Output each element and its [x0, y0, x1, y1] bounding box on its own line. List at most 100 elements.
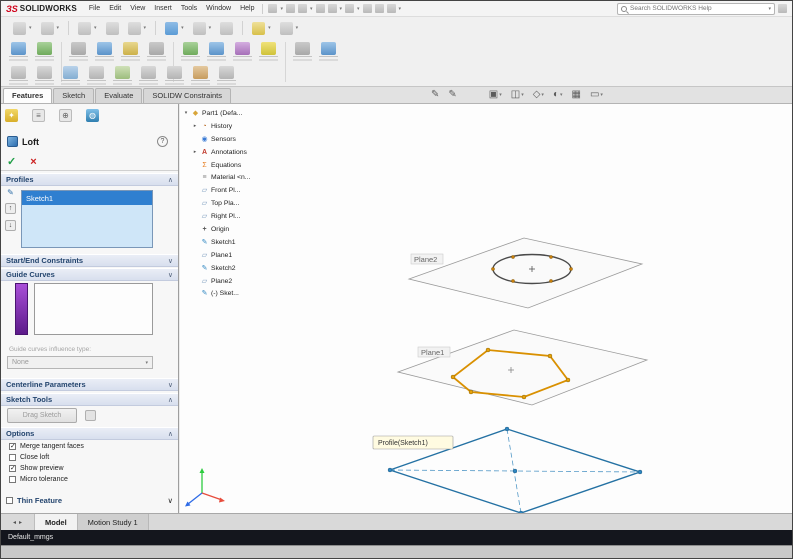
hide-show-items-icon[interactable]: ◐ ▾ [553, 89, 563, 100]
search-input[interactable] [630, 5, 766, 12]
plane1-face[interactable] [396, 329, 649, 406]
sketch-pencil-icon[interactable]: ✎ [448, 89, 456, 100]
section-sketch-tools[interactable]: Sketch Tools ∧ [1, 393, 178, 406]
chevron-down-icon[interactable]: ▾ [768, 6, 771, 12]
toolbar-group[interactable] [220, 21, 234, 35]
menu-view[interactable]: View [127, 5, 148, 12]
ribbon-tool[interactable] [319, 42, 338, 62]
ribbon-tool[interactable] [69, 42, 88, 62]
checkbox-icon[interactable]: ✓ [9, 442, 16, 450]
chevron-down-icon[interactable]: ▾ [560, 92, 563, 98]
checkbox-show-preview[interactable]: ✓ Show preview [9, 463, 64, 473]
loft-preview-thumbnail[interactable] [259, 42, 278, 62]
ribbon-tool[interactable] [61, 66, 80, 86]
rebuild-icon[interactable] [362, 4, 372, 13]
tree-item-annotations[interactable]: ▸ A Annotations [192, 146, 267, 159]
tab-sketch[interactable]: Sketch [53, 88, 95, 103]
ribbon-tool[interactable] [139, 66, 158, 86]
profile-list-item[interactable]: Sketch1 [22, 191, 152, 205]
tree-item-sensors[interactable]: ◉ Sensors [192, 133, 267, 146]
move-up-button[interactable]: ↑ [5, 203, 16, 214]
ribbon-tool[interactable] [35, 66, 54, 86]
dimxpert-tab-icon[interactable]: ⊕ [59, 109, 72, 122]
tab-solidw-constraints[interactable]: SOLIDW Constraints [143, 88, 231, 103]
tree-item-top-plane[interactable]: ▱ Top Pla... [192, 197, 267, 210]
checkbox-icon[interactable] [9, 475, 16, 483]
tool-icon[interactable] [220, 21, 234, 35]
menu-window[interactable]: Window [203, 5, 234, 12]
checkbox-icon[interactable]: ✓ [9, 464, 16, 472]
chevron-down-icon[interactable]: ▾ [310, 6, 313, 12]
property-manager-tab-icon[interactable]: ✦ [5, 109, 18, 122]
ribbon-tool[interactable] [191, 66, 210, 86]
checkbox-micro-tolerance[interactable]: Micro tolerance [9, 474, 68, 484]
tab-model[interactable]: Model [35, 514, 78, 530]
menu-file[interactable]: File [86, 5, 103, 12]
toolbar-group[interactable]: ▾ [165, 21, 184, 35]
tree-item-sketch1[interactable]: ✎ Sketch1 [192, 236, 267, 249]
feature-manager-tab-icon[interactable]: ≡ [32, 109, 45, 122]
chevron-down-icon[interactable]: ▾ [144, 25, 147, 31]
tree-item-plane2[interactable]: ▱ Plane2 [192, 275, 267, 288]
chevron-down-icon[interactable]: ▾ [399, 6, 402, 12]
tree-item-right-plane[interactable]: ▱ Right Pl... [192, 210, 267, 223]
tree-item-material[interactable]: ≡ Material <n... [192, 171, 267, 184]
tool-icon[interactable] [40, 21, 54, 35]
apply-scene-icon[interactable]: ▦ [572, 89, 581, 100]
ribbon-tool[interactable] [113, 66, 132, 86]
options-icon[interactable] [386, 4, 396, 13]
ribbon-tool[interactable] [147, 42, 166, 62]
view-settings-icon[interactable]: ▭ ▾ [590, 89, 603, 100]
chevron-down-icon[interactable]: ▾ [357, 6, 360, 12]
chevron-down-icon[interactable]: ▾ [268, 25, 271, 31]
view-cube-icon[interactable] [165, 21, 179, 35]
expand-arrow-icon[interactable]: ▸ [192, 123, 198, 129]
plane2-label[interactable]: Plane2 [414, 255, 437, 264]
checkbox-close-loft[interactable]: Close loft [9, 452, 49, 462]
chevron-down-icon[interactable]: ▾ [209, 25, 212, 31]
tool-icon[interactable] [105, 21, 119, 35]
section-profiles[interactable]: Profiles ∧ [1, 173, 178, 186]
tree-item-part[interactable]: ▾ ◆ Part1 (Defa... [183, 107, 267, 120]
tree-item-plane1[interactable]: ▱ Plane1 [192, 249, 267, 262]
tree-item-origin[interactable]: + Origin [192, 223, 267, 236]
chevron-down-icon[interactable]: ▾ [600, 92, 603, 98]
view-orientation-icon[interactable]: ◫ ▾ [511, 89, 524, 100]
toolbar-group[interactable] [105, 21, 119, 35]
chevron-down-icon[interactable]: ▾ [29, 25, 32, 31]
chevron-down-icon[interactable]: ▾ [94, 25, 97, 31]
menu-tools[interactable]: Tools [178, 5, 200, 12]
tree-item-front-plane[interactable]: ▱ Front Pl... [192, 184, 267, 197]
file-properties-icon[interactable] [374, 4, 384, 13]
section-thin-feature[interactable]: Thin Feature ∨ [1, 494, 178, 507]
ribbon-tool[interactable] [35, 42, 54, 62]
ok-button[interactable]: ✓ [7, 155, 16, 168]
toolbar-group[interactable]: ▾ [40, 21, 59, 35]
section-options[interactable]: Options ∧ [1, 427, 178, 440]
tool-icon[interactable] [78, 21, 92, 35]
display-manager-tab-icon[interactable]: ◍ [86, 109, 99, 122]
ribbon-tool[interactable] [9, 42, 28, 62]
tool-icon[interactable] [13, 21, 26, 35]
search-box[interactable]: ▾ [617, 2, 775, 15]
scroll-right-icon[interactable]: ▸ [19, 519, 22, 526]
sketch-pencil-icon[interactable]: ✎ [431, 89, 439, 100]
checkbox-icon[interactable] [6, 497, 13, 504]
expand-arrow-icon[interactable]: ▸ [192, 149, 198, 155]
section-centerline-parameters[interactable]: Centerline Parameters ∨ [1, 378, 178, 391]
scroll-left-icon[interactable]: ◂ [13, 519, 16, 526]
chevron-down-icon[interactable]: ▾ [181, 25, 184, 31]
toolbar-group[interactable]: ▾ [127, 21, 147, 35]
save-icon[interactable] [297, 4, 307, 13]
graphics-viewport[interactable]: Plane2 Plane1 Profile(Sketch1) [180, 104, 792, 515]
move-down-button[interactable]: ↓ [5, 220, 16, 231]
drag-sketch-button[interactable]: Drag Sketch [7, 408, 77, 423]
checkbox-merge-tangent-faces[interactable]: ✓ Merge tangent faces [9, 441, 84, 451]
chevron-down-icon[interactable]: ▾ [521, 92, 524, 98]
chevron-down-icon[interactable]: ▾ [541, 92, 544, 98]
tool-icon[interactable] [192, 21, 206, 35]
appearance-icon[interactable] [252, 21, 266, 35]
tree-item-equations[interactable]: Σ Equations [192, 159, 267, 172]
drag-sketch-aux-icon[interactable] [85, 410, 96, 421]
zoom-fit-icon[interactable]: ▣ ▾ [489, 89, 502, 100]
